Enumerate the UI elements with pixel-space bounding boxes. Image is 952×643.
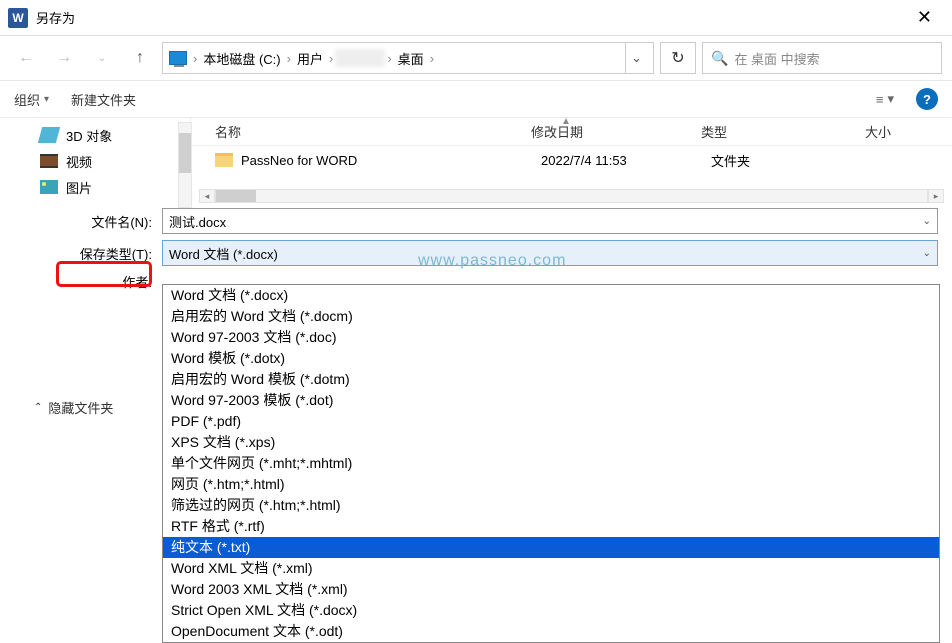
nav-row: ← → ⌄ ↑ › 本地磁盘 (C:) › 用户 › › 桌面 › ⌄ ↻ 🔍 … <box>0 36 952 80</box>
list-header: 名称 修改日期 类型 大小 <box>191 118 952 146</box>
monitor-icon <box>169 51 187 65</box>
back-button[interactable]: ← <box>10 42 42 74</box>
sort-indicator-icon: ▲ <box>561 116 571 127</box>
breadcrumb-dropdown-icon[interactable]: ⌄ <box>625 43 647 73</box>
recent-chevron-icon[interactable]: ⌄ <box>86 42 118 74</box>
pictures-icon <box>40 180 58 194</box>
dropdown-option[interactable]: Word 2003 XML 文档 (*.xml) <box>163 579 939 600</box>
search-input[interactable]: 🔍 在 桌面 中搜索 <box>702 42 942 74</box>
sidebar-scrollbar[interactable] <box>178 122 192 208</box>
file-date: 2022/7/4 11:53 <box>541 153 711 168</box>
breadcrumb-users[interactable]: 用户 <box>293 49 327 68</box>
sidebar-item-videos[interactable]: 视频 <box>20 148 182 174</box>
chevron-right-icon: › <box>287 51 291 66</box>
sidebar: 3D 对象 视频 图片 <box>0 118 190 204</box>
dropdown-option[interactable]: Word 97-2003 模板 (*.dot) <box>163 390 939 411</box>
folder-icon <box>215 153 233 167</box>
dropdown-option[interactable]: 启用宏的 Word 模板 (*.dotm) <box>163 369 939 390</box>
window-title: 另存为 <box>36 8 905 27</box>
chevron-down-icon: ⌄ <box>923 248 931 259</box>
dropdown-option[interactable]: 筛选过的网页 (*.htm;*.html) <box>163 495 939 516</box>
dropdown-option[interactable]: PDF (*.pdf) <box>163 411 939 432</box>
author-label: 作者: <box>14 272 154 291</box>
3d-objects-icon <box>38 127 60 143</box>
forward-button[interactable]: → <box>48 42 80 74</box>
scroll-left-icon[interactable]: ◂ <box>199 189 215 203</box>
dropdown-option[interactable]: XPS 文档 (*.xps) <box>163 432 939 453</box>
column-name[interactable]: 名称 <box>191 122 531 141</box>
dropdown-option[interactable]: Word 文档 (*.docx) <box>163 285 939 306</box>
chevron-right-icon: › <box>430 51 434 66</box>
chevron-down-icon: ▾ <box>887 91 894 107</box>
savetype-label: 保存类型(T): <box>14 244 154 263</box>
chevron-down-icon: ▾ <box>44 94 49 105</box>
chevron-right-icon: › <box>329 51 333 66</box>
breadcrumb-desktop[interactable]: 桌面 <box>394 49 428 68</box>
sidebar-item-3d-objects[interactable]: 3D 对象 <box>20 122 182 148</box>
column-type[interactable]: 类型 <box>701 122 831 141</box>
chevron-right-icon: › <box>193 51 197 66</box>
up-button[interactable]: ↑ <box>124 42 156 74</box>
scroll-right-icon[interactable]: ▸ <box>928 189 944 203</box>
column-date[interactable]: 修改日期 <box>531 122 701 141</box>
file-name: PassNeo for WORD <box>241 153 541 168</box>
new-folder-button[interactable]: 新建文件夹 <box>71 90 136 109</box>
dropdown-option[interactable]: Strict Open XML 文档 (*.docx) <box>163 600 939 621</box>
dropdown-option[interactable]: 单个文件网页 (*.mht;*.mhtml) <box>163 453 939 474</box>
form-area: 文件名(N): 测试.docx ⌄ 保存类型(T): Word 文档 (*.do… <box>0 204 952 291</box>
savetype-combobox[interactable]: Word 文档 (*.docx) ⌄ <box>162 240 938 266</box>
savetype-dropdown: Word 文档 (*.docx)启用宏的 Word 文档 (*.docm)Wor… <box>162 284 940 643</box>
sidebar-item-pictures[interactable]: 图片 <box>20 174 182 200</box>
dropdown-option[interactable]: Word XML 文档 (*.xml) <box>163 558 939 579</box>
chevron-right-icon: › <box>387 51 391 66</box>
search-placeholder: 在 桌面 中搜索 <box>734 49 819 68</box>
dropdown-option[interactable]: 纯文本 (*.txt) <box>163 537 939 558</box>
column-size[interactable]: 大小 <box>831 122 911 141</box>
dropdown-option[interactable]: OpenDocument 文本 (*.odt) <box>163 621 939 642</box>
file-list: ▲ 名称 修改日期 类型 大小 PassNeo for WORD 2022/7/… <box>190 118 952 204</box>
titlebar: W 另存为 ✕ <box>0 0 952 36</box>
hide-folders-button[interactable]: ⌃ 隐藏文件夹 <box>14 398 113 417</box>
videos-icon <box>40 154 58 168</box>
close-button[interactable]: ✕ <box>905 5 944 30</box>
filename-input[interactable]: 测试.docx ⌄ <box>162 208 938 234</box>
toolbar: 组织 ▾ 新建文件夹 ≡ ▾ ? <box>0 80 952 118</box>
view-options-button[interactable]: ≡ ▾ <box>876 91 894 107</box>
breadcrumb[interactable]: › 本地磁盘 (C:) › 用户 › › 桌面 › ⌄ <box>162 42 654 74</box>
dropdown-option[interactable]: RTF 格式 (*.rtf) <box>163 516 939 537</box>
chevron-up-icon: ⌃ <box>34 402 42 413</box>
breadcrumb-user-redacted[interactable] <box>335 49 385 67</box>
list-view-icon: ≡ <box>876 92 884 107</box>
dropdown-option[interactable]: Word 97-2003 文档 (*.doc) <box>163 327 939 348</box>
file-row[interactable]: PassNeo for WORD 2022/7/4 11:53 文件夹 <box>191 146 952 174</box>
word-icon: W <box>8 8 28 28</box>
scroll-thumb[interactable] <box>179 133 191 173</box>
dropdown-option[interactable]: 网页 (*.htm;*.html) <box>163 474 939 495</box>
refresh-button[interactable]: ↻ <box>660 42 696 74</box>
scroll-thumb[interactable] <box>216 190 256 202</box>
search-icon: 🔍 <box>711 50 728 67</box>
dropdown-option[interactable]: Word 模板 (*.dotx) <box>163 348 939 369</box>
breadcrumb-drive[interactable]: 本地磁盘 (C:) <box>199 49 284 68</box>
chevron-down-icon[interactable]: ⌄ <box>923 216 931 227</box>
file-type: 文件夹 <box>711 151 841 170</box>
filename-label: 文件名(N): <box>14 212 154 231</box>
horizontal-scrollbar[interactable]: ◂ ▸ <box>199 188 944 204</box>
help-button[interactable]: ? <box>916 88 938 110</box>
dropdown-option[interactable]: 启用宏的 Word 文档 (*.docm) <box>163 306 939 327</box>
body: 3D 对象 视频 图片 ▲ 名称 修改日期 类型 大小 PassNeo for … <box>0 118 952 204</box>
organize-button[interactable]: 组织 ▾ <box>14 90 49 109</box>
